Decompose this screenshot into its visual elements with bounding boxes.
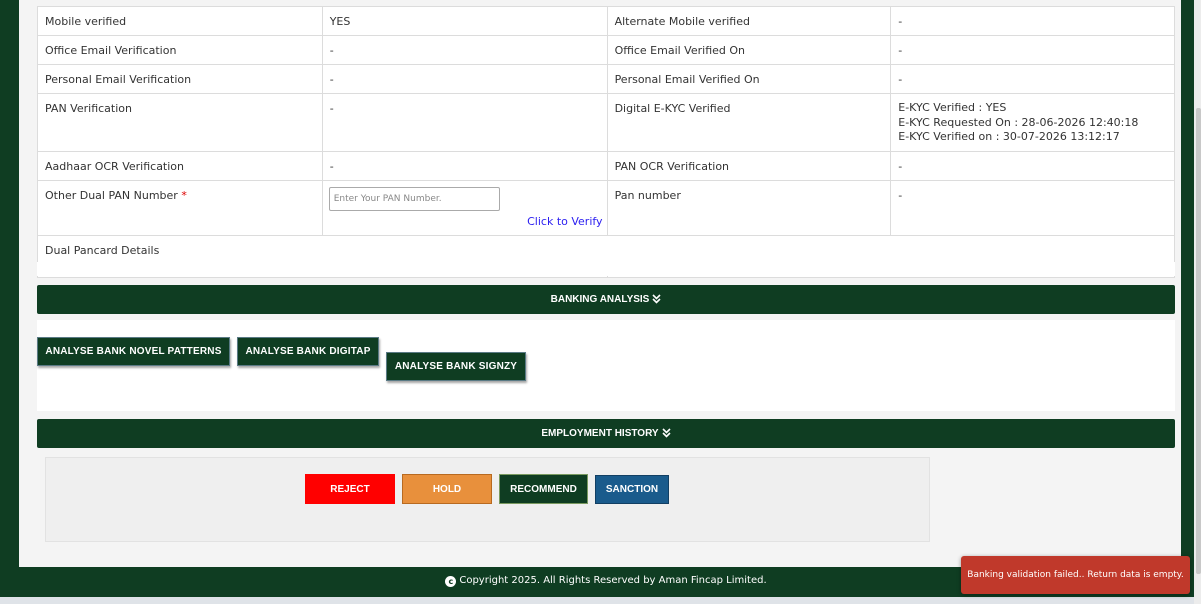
pan-number-value: -: [890, 180, 1175, 236]
error-toast-message: Banking validation failed.. Return data …: [967, 570, 1184, 580]
analyse-bank-digitap-button[interactable]: ANALYSE BANK DIGITAP: [237, 337, 379, 366]
verification-table: Mobile verified YES Alternate Mobile ver…: [37, 6, 1176, 278]
ekyc-requested-on: E-KYC Requested On : 28-06-2026 12:40:18: [898, 115, 1139, 129]
main-content: Mobile verified YES Alternate Mobile ver…: [19, 0, 1181, 567]
mobile-verified-value: YES: [321, 6, 608, 36]
table-row: Mobile verified YES Alternate Mobile ver…: [37, 6, 1175, 36]
aadhaar-ocr-verification-label: Aadhaar OCR Verification: [37, 151, 323, 181]
decision-actions-panel: REJECT HOLD RECOMMEND SANCTION: [45, 457, 930, 542]
other-dual-pan-cell: Click to Verify: [321, 180, 608, 236]
aadhaar-ocr-verification-value: -: [321, 151, 608, 181]
table-row: Office Email Verification - Office Email…: [37, 35, 1175, 65]
digital-ekyc-details: E-KYC Verified : YES E-KYC Requested On …: [890, 93, 1175, 152]
personal-email-verified-on-label: Personal Email Verified On: [606, 64, 892, 94]
click-to-verify-link[interactable]: Click to Verify: [330, 214, 602, 229]
alt-mobile-verified-value: -: [890, 6, 1175, 36]
table-row: Dual Pancard Details: [37, 235, 1175, 265]
reject-button[interactable]: REJECT: [305, 474, 395, 504]
hold-button[interactable]: HOLD: [402, 474, 492, 504]
footer-copyright-text: Copyright 2025. All Rights Reserved by A…: [459, 575, 767, 586]
mobile-verified-label: Mobile verified: [37, 6, 323, 36]
table-row: Aadhaar OCR Verification - PAN OCR Verif…: [37, 151, 1175, 181]
pan-verification-value: -: [321, 93, 608, 152]
employment-history-title: EMPLOYMENT HISTORY: [541, 428, 659, 439]
personal-email-verification-label: Personal Email Verification: [37, 64, 323, 94]
other-dual-pan-label: Other Dual PAN Number *: [37, 180, 323, 236]
chevron-double-down-icon: [652, 293, 661, 306]
scrollbar-thumb[interactable]: [1196, 108, 1201, 574]
pan-number-label: Pan number: [606, 180, 892, 236]
recommend-button[interactable]: RECOMMEND: [499, 474, 588, 504]
other-dual-pan-label-text: Other Dual PAN Number: [45, 189, 178, 202]
table-row: Other Dual PAN Number * Click to Verify …: [37, 180, 1175, 236]
table-row: Personal Email Verification - Personal E…: [37, 64, 1175, 94]
banking-analysis-panel: ANALYSE BANK NOVEL PATTERNS ANALYSE BANK…: [37, 320, 1175, 411]
personal-email-verification-value: -: [321, 64, 608, 94]
analyse-bank-signzy-button[interactable]: ANALYSE BANK SIGNZY: [386, 352, 526, 381]
ekyc-verified-status: E-KYC Verified : YES: [898, 101, 1007, 114]
required-asterisk: *: [181, 189, 187, 202]
pan-ocr-verification-label: PAN OCR Verification: [606, 151, 892, 181]
personal-email-verified-on-value: -: [890, 64, 1175, 94]
employment-history-header[interactable]: EMPLOYMENT HISTORY: [37, 419, 1175, 448]
pan-number-input[interactable]: [328, 187, 500, 211]
pan-verification-label: PAN Verification: [37, 93, 323, 152]
window-bottom-bar: [0, 597, 1201, 604]
dual-pancard-details-label: Dual Pancard Details: [37, 235, 1175, 265]
banking-analysis-title: BANKING ANALYSIS: [550, 294, 650, 305]
table-footer-strip: [37, 262, 1175, 276]
error-toast[interactable]: Banking validation failed.. Return data …: [961, 556, 1190, 594]
analyse-bank-novel-patterns-button[interactable]: ANALYSE BANK NOVEL PATTERNS: [37, 337, 230, 366]
office-email-verified-on-value: -: [890, 35, 1175, 65]
table-row: PAN Verification - Digital E-KYC Verifie…: [37, 93, 1175, 152]
office-email-verification-label: Office Email Verification: [37, 35, 323, 65]
sanction-button[interactable]: SANCTION: [595, 475, 669, 504]
alt-mobile-verified-label: Alternate Mobile verified: [606, 6, 892, 36]
office-email-verification-value: -: [321, 35, 608, 65]
office-email-verified-on-label: Office Email Verified On: [606, 35, 892, 65]
chevron-double-down-icon: [662, 427, 671, 440]
pan-ocr-verification-value: -: [890, 151, 1175, 181]
copyright-icon: c: [445, 576, 457, 587]
digital-ekyc-verified-label: Digital E-KYC Verified: [606, 93, 892, 152]
banking-analysis-header[interactable]: BANKING ANALYSIS: [37, 285, 1175, 314]
ekyc-verified-on: E-KYC Verified on : 30-07-2026 13:12:17: [898, 130, 1120, 143]
